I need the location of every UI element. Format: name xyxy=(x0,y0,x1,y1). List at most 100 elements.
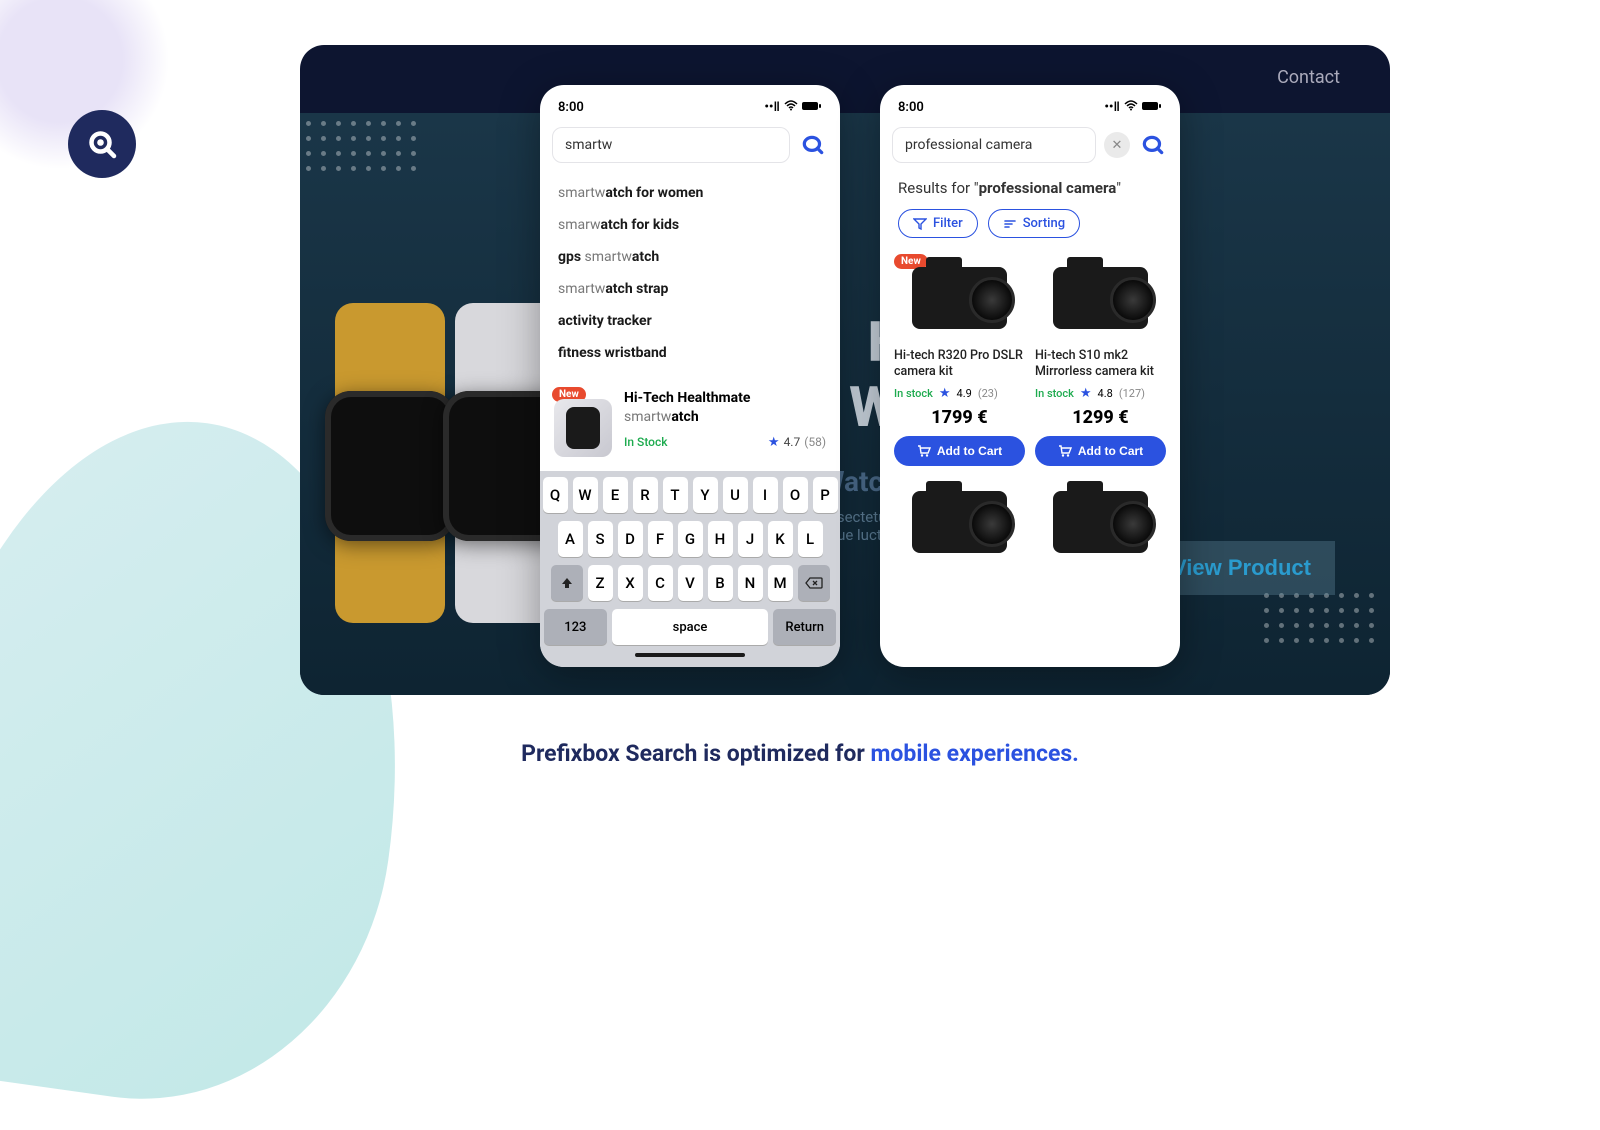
autocomplete-item[interactable]: gps smartwatch xyxy=(558,241,822,273)
key-e[interactable]: E xyxy=(603,477,628,513)
search-input[interactable]: professional camera xyxy=(892,127,1096,163)
decoration-dots xyxy=(1264,593,1384,683)
key-n[interactable]: N xyxy=(738,565,763,601)
autocomplete-item[interactable]: smarwatch for kids xyxy=(558,209,822,241)
signal-icon: ••‖ xyxy=(764,99,780,115)
key-l[interactable]: L xyxy=(798,521,823,557)
key-u[interactable]: U xyxy=(723,477,748,513)
product-title: Hi-Tech Healthmate smartwatch xyxy=(624,389,826,427)
product-image xyxy=(894,478,1025,566)
cart-icon xyxy=(917,444,931,458)
signal-icon: ••‖ xyxy=(1104,99,1120,115)
battery-icon xyxy=(802,100,822,115)
sort-icon xyxy=(1003,217,1017,231)
cart-icon xyxy=(1058,444,1072,458)
key-k[interactable]: K xyxy=(768,521,793,557)
status-bar: 8:00 ••‖ xyxy=(540,85,840,121)
key-i[interactable]: I xyxy=(753,477,778,513)
key-s[interactable]: S xyxy=(588,521,613,557)
stock-label: In stock xyxy=(894,387,933,400)
autocomplete-item[interactable]: fitness wristband xyxy=(558,337,822,369)
hero-background: T Health i Wrist. Watch Series onsectetu… xyxy=(300,113,1390,695)
numeric-key[interactable]: 123 xyxy=(544,609,607,645)
battery-icon xyxy=(1142,100,1162,115)
stock-label: In stock xyxy=(1035,387,1074,400)
search-input-value: smartw xyxy=(565,137,612,153)
autocomplete-item[interactable]: activity tracker xyxy=(558,305,822,337)
key-t[interactable]: T xyxy=(663,477,688,513)
search-input[interactable]: smartw xyxy=(552,127,790,163)
home-indicator xyxy=(635,653,745,657)
key-y[interactable]: Y xyxy=(693,477,718,513)
autocomplete-list: smartwatch for womensmarwatch for kidsgp… xyxy=(540,169,840,377)
key-d[interactable]: D xyxy=(618,521,643,557)
key-a[interactable]: A xyxy=(558,521,583,557)
shift-key[interactable] xyxy=(551,565,583,601)
rating-count: (23) xyxy=(978,387,998,400)
status-time: 8:00 xyxy=(898,100,924,115)
status-time: 8:00 xyxy=(558,100,584,115)
space-key[interactable]: space xyxy=(612,609,769,645)
nav-contact[interactable]: Contact xyxy=(1277,67,1340,88)
product-image xyxy=(1035,478,1166,566)
key-p[interactable]: P xyxy=(813,477,838,513)
keyboard: QWERTYUIOP ASDFGHJKL ZXCVBNM 123 space R… xyxy=(540,471,840,667)
brand-logo xyxy=(68,110,136,178)
caption: Prefixbox Search is optimized for mobile… xyxy=(0,740,1600,767)
key-b[interactable]: B xyxy=(708,565,733,601)
sorting-button[interactable]: Sorting xyxy=(988,209,1080,238)
key-x[interactable]: X xyxy=(618,565,643,601)
key-h[interactable]: H xyxy=(708,521,733,557)
key-w[interactable]: W xyxy=(573,477,598,513)
autocomplete-item[interactable]: smartwatch for women xyxy=(558,177,822,209)
status-bar: 8:00 ••‖ xyxy=(880,85,1180,121)
star-icon: ★ xyxy=(768,435,780,450)
decoration-dots xyxy=(306,121,426,211)
rating-value: 4.9 xyxy=(957,387,972,400)
key-r[interactable]: R xyxy=(633,477,658,513)
autocomplete-item[interactable]: smartwatch strap xyxy=(558,273,822,305)
phone-mockup-results: 8:00 ••‖ professional camera ✕ Results f… xyxy=(880,85,1180,667)
search-input-value: professional camera xyxy=(905,137,1032,153)
product-thumb xyxy=(554,399,612,457)
product-name: Hi-tech R320 Pro DSLR camera kit xyxy=(894,348,1025,382)
key-m[interactable]: M xyxy=(768,565,793,601)
hero-product-image xyxy=(325,303,565,623)
add-to-cart-button[interactable]: Add to Cart xyxy=(1035,436,1166,466)
product-card[interactable] xyxy=(894,478,1025,566)
key-q[interactable]: Q xyxy=(543,477,568,513)
product-card[interactable]: NewHi-tech R320 Pro DSLR camera kitIn st… xyxy=(894,254,1025,466)
showcase-panel: Contact T Health i Wrist. Watch Series o… xyxy=(300,45,1390,695)
key-f[interactable]: F xyxy=(648,521,673,557)
add-to-cart-button[interactable]: Add to Cart xyxy=(894,436,1025,466)
product-price: 1299 € xyxy=(1035,407,1166,428)
return-key[interactable]: Return xyxy=(773,609,836,645)
rating: ★ 4.7 (58) xyxy=(768,435,826,450)
stock-label: In Stock xyxy=(624,435,668,449)
rating-value: 4.8 xyxy=(1098,387,1113,400)
backspace-key[interactable] xyxy=(798,565,830,601)
clear-button[interactable]: ✕ xyxy=(1104,132,1130,158)
search-button[interactable] xyxy=(1138,130,1168,160)
key-o[interactable]: O xyxy=(783,477,808,513)
product-card[interactable]: Hi-tech S10 mk2 Mirrorless camera kit In … xyxy=(1035,254,1166,466)
rating-count: (127) xyxy=(1119,387,1145,400)
wifi-icon xyxy=(784,100,798,115)
key-g[interactable]: G xyxy=(678,521,703,557)
product-image xyxy=(1035,254,1166,342)
key-z[interactable]: Z xyxy=(588,565,613,601)
wifi-icon xyxy=(1124,100,1138,115)
search-button[interactable] xyxy=(798,130,828,160)
star-icon: ★ xyxy=(939,386,951,401)
product-card[interactable] xyxy=(1035,478,1166,566)
product-name: Hi-tech S10 mk2 Mirrorless camera kit xyxy=(1035,348,1166,382)
filter-icon xyxy=(913,217,927,231)
star-icon: ★ xyxy=(1080,386,1092,401)
key-v[interactable]: V xyxy=(678,565,703,601)
results-header: Results for "professional camera" xyxy=(880,169,1180,203)
product-suggestion[interactable]: New Hi-Tech Healthmate smartwatch In Sto… xyxy=(540,377,840,469)
filter-button[interactable]: Filter xyxy=(898,209,978,238)
key-j[interactable]: J xyxy=(738,521,763,557)
phone-mockup-autocomplete: 8:00 ••‖ smartw smartwatch for womensmar… xyxy=(540,85,840,667)
key-c[interactable]: C xyxy=(648,565,673,601)
